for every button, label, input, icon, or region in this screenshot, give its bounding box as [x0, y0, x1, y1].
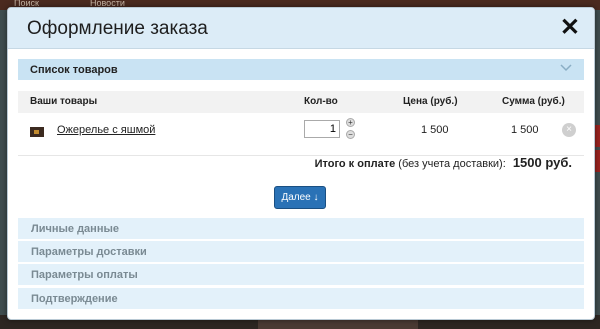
step-confirmation[interactable]: Подтверждение [18, 288, 584, 309]
cart-section-title: Список товаров [30, 64, 118, 76]
chevron-down-icon [560, 64, 572, 72]
item-price: 1 500 [421, 124, 449, 136]
product-thumbnail [30, 127, 44, 137]
step-delivery[interactable]: Параметры доставки [18, 241, 584, 262]
product-link[interactable]: Ожерелье с яшмой [57, 124, 155, 136]
item-sum: 1 500 [511, 124, 539, 136]
total-note: (без учета доставки): [395, 158, 509, 170]
step-payment[interactable]: Параметры оплаты [18, 264, 584, 285]
column-price: Цена (руб.) [403, 96, 458, 107]
next-button[interactable]: Далее ↓ [274, 186, 326, 209]
total-amount: 1500 руб. [512, 155, 572, 170]
cart-section-header[interactable]: Список товаров [18, 59, 584, 80]
column-sum: Сумма (руб.) [502, 96, 565, 107]
cart-item-row: Ожерелье с яшмой + − 1 500 1 500 × [18, 115, 584, 156]
cart-table-header: Ваши товары Кол-во Цена (руб.) Сумма (ру… [18, 91, 584, 113]
quantity-input[interactable] [304, 120, 340, 138]
quantity-increase-button[interactable]: + [346, 118, 355, 127]
quantity-decrease-button[interactable]: − [346, 130, 355, 139]
step-personal-data[interactable]: Личные данные [18, 218, 584, 239]
column-product: Ваши товары [30, 96, 98, 107]
modal-header: Оформление заказа ✕ [8, 8, 594, 49]
total-label: Итого к оплате [314, 158, 396, 170]
step-label: Параметры доставки [31, 246, 147, 258]
step-label: Личные данные [31, 223, 119, 235]
column-qty: Кол-во [304, 96, 338, 107]
checkout-modal: Оформление заказа ✕ Список товаров Ваши … [7, 7, 595, 320]
remove-item-icon[interactable]: × [562, 123, 576, 137]
step-label: Параметры оплаты [31, 269, 138, 281]
modal-title: Оформление заказа [27, 18, 208, 39]
close-icon[interactable]: ✕ [560, 16, 580, 40]
order-total: Итого к оплате (без учета доставки): 150… [8, 155, 572, 170]
step-label: Подтверждение [31, 293, 118, 305]
